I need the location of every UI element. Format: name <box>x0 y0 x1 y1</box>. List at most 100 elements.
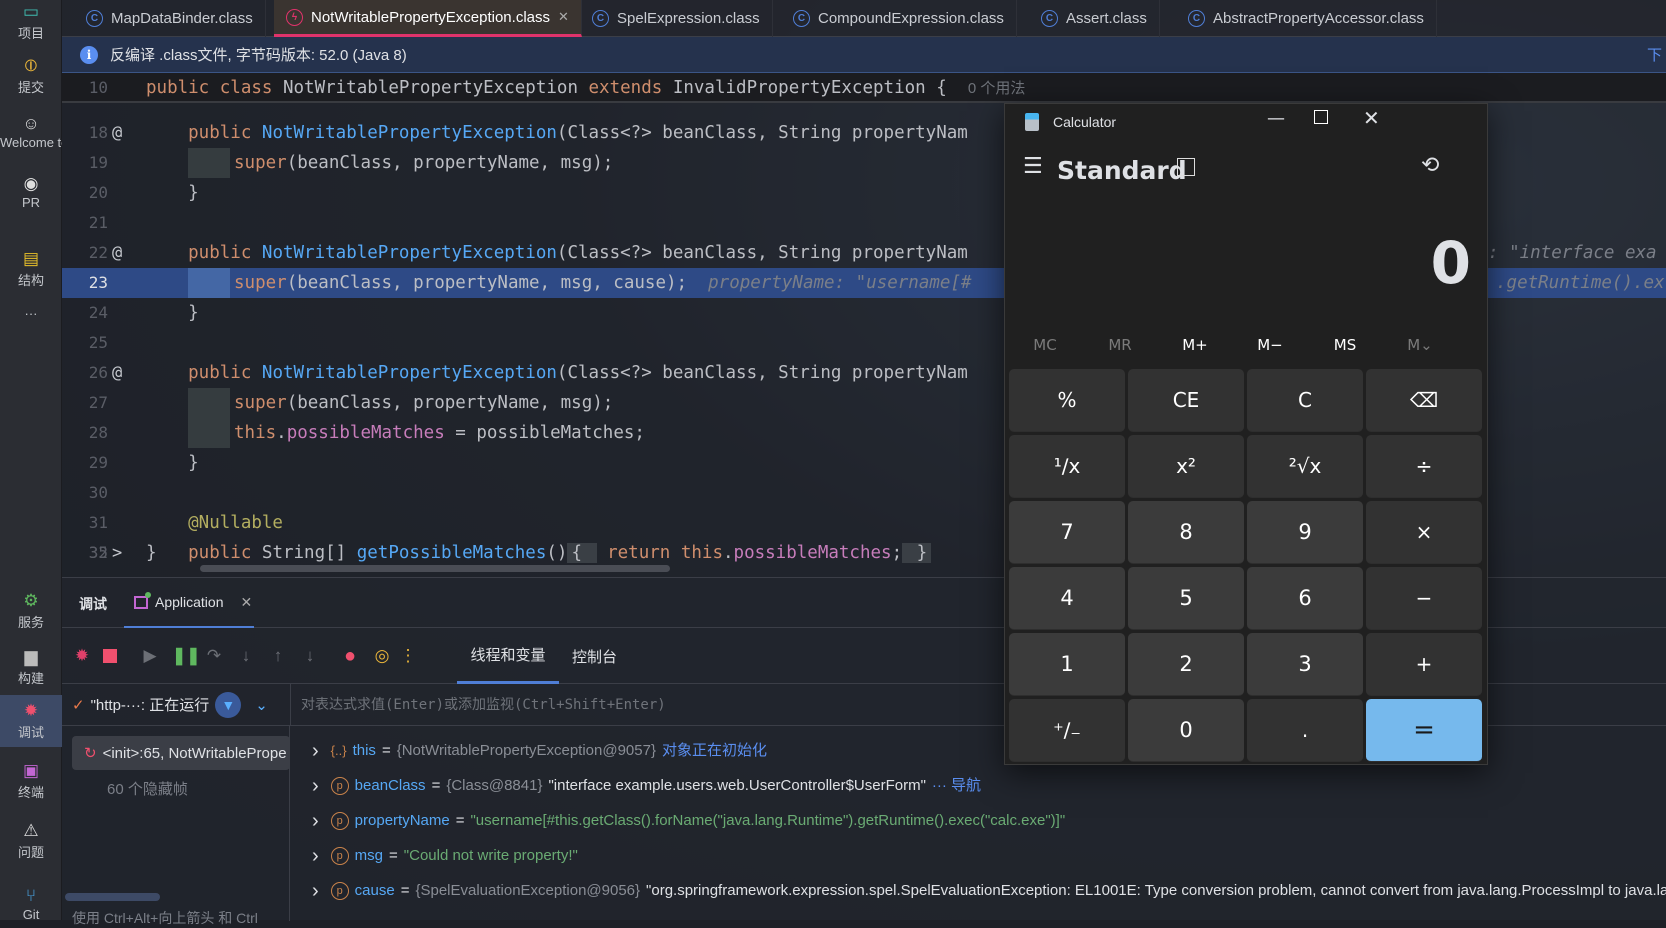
toolbar-item-github[interactable]: ◉ PR <box>0 168 62 216</box>
rerun-debug-icon[interactable]: ✹ <box>72 646 92 666</box>
tab-threads-variables[interactable]: 线程和变量 <box>457 628 559 684</box>
digit-6-button[interactable]: 6 <box>1247 567 1363 630</box>
memory-button-0[interactable]: MC <box>1010 336 1080 354</box>
memory-button-1[interactable]: MR <box>1085 336 1155 354</box>
tab-abstractpropertyaccessor[interactable]: C AbstractPropertyAccessor.class <box>1176 0 1437 37</box>
add-button[interactable]: + <box>1366 633 1482 696</box>
toolbar-item-terminal[interactable]: ▣ 终端 <box>0 755 62 807</box>
tab-spelexpression[interactable]: C SpelExpression.class <box>580 0 773 37</box>
breakpoints-icon[interactable]: ● <box>340 646 360 666</box>
subtract-button[interactable]: − <box>1366 567 1482 630</box>
variable-name: cause <box>354 882 395 899</box>
filter-icon[interactable]: ▼ <box>215 691 242 718</box>
history-icon[interactable]: ⟲ <box>1421 153 1439 178</box>
digit-0-button[interactable]: 0 <box>1128 699 1244 762</box>
square-button[interactable]: x² <box>1128 435 1244 498</box>
toolbar-item-debug[interactable]: ✹ 调试 <box>0 695 62 747</box>
step-out-icon[interactable]: ↑ <box>268 646 288 666</box>
percent-button[interactable]: % <box>1009 369 1125 432</box>
line-number: 24 <box>88 303 108 322</box>
banner-link[interactable]: 下 <box>1647 44 1662 65</box>
memory-button-3[interactable]: M− <box>1235 336 1305 354</box>
decimal-button[interactable]: . <box>1247 699 1363 762</box>
frames-scrollbar[interactable] <box>65 893 160 901</box>
tab-compoundexpression[interactable]: C CompoundExpression.class <box>781 0 1017 37</box>
digit-5-button[interactable]: 5 <box>1128 567 1244 630</box>
memory-button-2[interactable]: M+ <box>1160 336 1230 354</box>
digit-3-button[interactable]: 3 <box>1247 633 1363 696</box>
square-root-button[interactable]: ²√x <box>1247 435 1363 498</box>
variable-link[interactable]: ··· 导航 <box>932 771 981 801</box>
chevron-down-icon[interactable]: ⌄ <box>255 696 268 714</box>
override-marker-icon[interactable]: @ <box>112 358 122 388</box>
refresh-icon: ↻ <box>84 745 97 762</box>
tab-mapdatabinder[interactable]: C MapDataBinder.class <box>74 0 266 37</box>
variable-link[interactable]: 对象正在初始化 <box>662 736 767 766</box>
mute-breakpoints-icon[interactable]: ◎ <box>372 646 392 666</box>
digit-2-button[interactable]: 2 <box>1128 633 1244 696</box>
toolbar-item-commit[interactable]: ⦶ 提交 <box>0 50 62 102</box>
expand-chevron-icon[interactable]: › <box>312 806 319 836</box>
tab-notwritablepropertyexception[interactable]: ϟ NotWritablePropertyException.class ✕ <box>274 0 582 37</box>
maximize-button[interactable] <box>1314 110 1328 124</box>
variable-row[interactable]: › p beanClass = {Class@8841} "interface examp… <box>312 771 981 801</box>
digit-9-button[interactable]: 9 <box>1247 501 1363 564</box>
variable-row[interactable]: › p propertyName = "username[#this.getClass(… <box>312 806 1065 836</box>
override-marker-icon[interactable]: @ <box>112 118 122 148</box>
digit-7-button[interactable]: 7 <box>1009 501 1125 564</box>
step-into-icon[interactable]: ↓ <box>236 646 256 666</box>
digit-8-button[interactable]: 8 <box>1128 501 1244 564</box>
line-number: 20 <box>88 183 108 202</box>
toolbar-item-welcome[interactable]: ☺ Welcome to <box>0 108 62 156</box>
negate-button[interactable]: ⁺∕₋ <box>1009 699 1125 762</box>
override-marker-icon[interactable]: @ <box>112 238 122 268</box>
digit-4-button[interactable]: 4 <box>1009 567 1125 630</box>
tab-application[interactable]: Application ✕ <box>124 578 254 628</box>
code-line[interactable]: 10 public class NotWritablePropertyExcept… <box>62 73 1666 103</box>
memory-button-5[interactable]: M⌄ <box>1385 336 1455 354</box>
toolbar-item-project[interactable]: ▭ 项目 <box>0 0 62 48</box>
horizontal-scrollbar[interactable] <box>200 565 670 572</box>
toolbar-item-git[interactable]: ⑂ Git <box>0 880 62 928</box>
stop-button[interactable] <box>100 646 120 666</box>
step-over-icon[interactable]: ↷ <box>204 646 224 666</box>
divide-button[interactable]: ÷ <box>1366 435 1482 498</box>
tab-console[interactable]: 控制台 <box>572 628 617 684</box>
run-to-cursor-icon[interactable]: ↓ <box>300 646 320 666</box>
variable-row[interactable]: › {..} this = {NotWritablePropertyException@… <box>312 736 767 766</box>
memory-button-4[interactable]: MS <box>1310 336 1380 354</box>
tab-assert[interactable]: C Assert.class <box>1029 0 1160 37</box>
resume-icon[interactable]: ▶ <box>140 646 160 666</box>
variable-row[interactable]: › p cause = {SpelEvaluationException@9056} "o… <box>312 876 1666 906</box>
close-icon[interactable]: ✕ <box>241 594 253 611</box>
toolbar-item-structure[interactable]: ▤ 结构 <box>0 243 62 295</box>
toolbar-item-problems[interactable]: ⚠ 问题 <box>0 815 62 867</box>
more-icon[interactable]: ⋮ <box>398 646 418 666</box>
expand-chevron-icon[interactable]: › <box>312 736 319 766</box>
clear-button[interactable]: C <box>1247 369 1363 432</box>
multiply-button[interactable]: × <box>1366 501 1482 564</box>
menu-icon[interactable]: ☰ <box>1023 154 1043 179</box>
minimize-button[interactable]: — <box>1267 108 1285 129</box>
close-tab-icon[interactable]: ✕ <box>558 9 569 25</box>
expand-chevron-icon[interactable]: › <box>312 841 319 871</box>
hidden-frames[interactable]: 60 个隐藏帧 <box>107 778 188 799</box>
toolbar-item-services[interactable]: ⚙ 服务 <box>0 585 62 637</box>
thread-selector[interactable]: ✓ "http-···: 正在运行 ▼ ⌄ <box>62 684 290 726</box>
reciprocal-button[interactable]: ¹∕x <box>1009 435 1125 498</box>
pause-icon[interactable]: ❚❚ <box>172 646 201 666</box>
equals-button[interactable]: = <box>1366 699 1482 762</box>
expand-chevron-icon[interactable]: › <box>312 876 319 906</box>
backspace-button[interactable]: ⌫ <box>1366 369 1482 432</box>
code-token: super <box>234 393 287 413</box>
digit-1-button[interactable]: 1 <box>1009 633 1125 696</box>
frame-item[interactable]: ↻ <init>:65, NotWritablePrope <box>72 736 290 770</box>
close-button[interactable]: ✕ <box>1363 106 1380 130</box>
keep-on-top-icon[interactable] <box>1177 158 1195 176</box>
variable-row[interactable]: › p msg = "Could not write property!" <box>312 841 578 871</box>
expand-chevron-icon[interactable]: › <box>312 771 319 801</box>
clear-entry-button[interactable]: CE <box>1128 369 1244 432</box>
toolbar-item-build[interactable]: ▆ 构建 <box>0 641 62 693</box>
toolbar-item-more[interactable]: ··· <box>0 300 62 327</box>
indent-block <box>188 388 230 418</box>
